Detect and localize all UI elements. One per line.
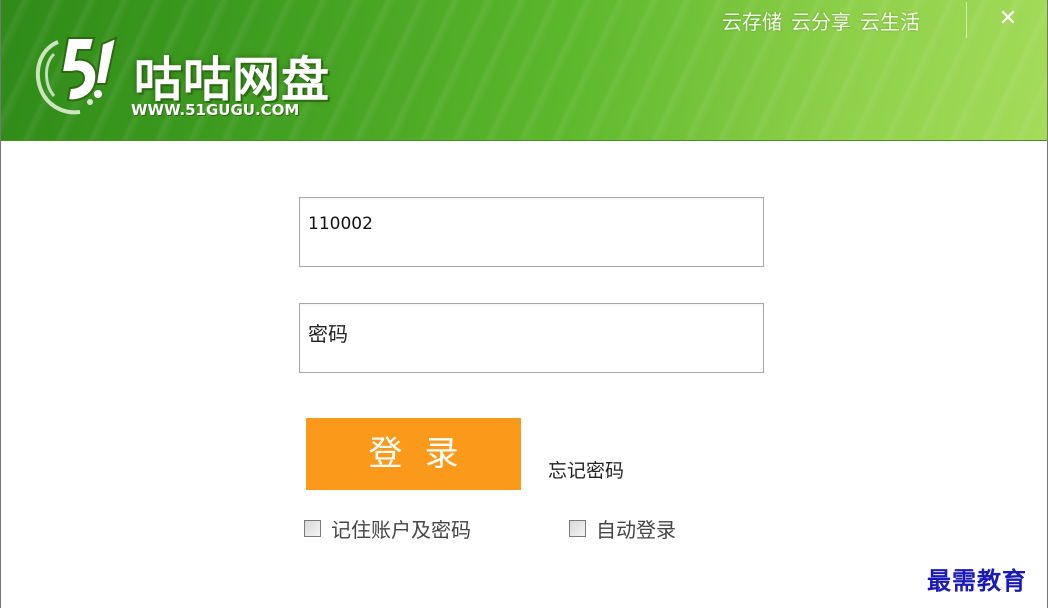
auto-login-option[interactable]: 自动登录 [569, 514, 676, 543]
username-field[interactable] [299, 190, 764, 267]
password-input[interactable] [308, 300, 753, 368]
logo-name: 咕咕网盘 [134, 52, 331, 108]
app-logo: 咕咕网盘 WWW.51GUGU.COM [28, 24, 348, 124]
remember-label: 记住账户及密码 [331, 518, 471, 542]
header-banner: 咕咕网盘 WWW.51GUGU.COM 云存储 云分享 云生活 ✕ [0, 0, 1048, 141]
logo-51-icon [35, 36, 118, 115]
watermark-text: 最需教育 [927, 566, 1027, 595]
link-cloud-life[interactable]: 云生活 [860, 6, 920, 35]
logo-url: WWW.51GUGU.COM [131, 101, 300, 119]
link-cloud-share[interactable]: 云分享 [791, 6, 851, 35]
login-button[interactable]: 登录 [306, 418, 521, 490]
forgot-password-link[interactable]: 忘记密码 [548, 456, 624, 483]
remember-account-option[interactable]: 记住账户及密码 [304, 514, 471, 543]
remember-checkbox[interactable] [304, 520, 321, 537]
close-icon: ✕ [998, 6, 1018, 31]
auto-login-checkbox[interactable] [569, 520, 586, 537]
password-field[interactable] [299, 300, 764, 373]
username-input[interactable] [308, 190, 753, 258]
top-links: 云存储 云分享 云生活 [722, 6, 920, 35]
close-button[interactable]: ✕ [992, 4, 1024, 34]
auto-login-label: 自动登录 [596, 518, 676, 542]
link-cloud-storage[interactable]: 云存储 [722, 6, 782, 35]
login-window: 咕咕网盘 WWW.51GUGU.COM 云存储 云分享 云生活 ✕ 登录 忘记密… [0, 0, 1048, 608]
header-separator [966, 2, 967, 38]
